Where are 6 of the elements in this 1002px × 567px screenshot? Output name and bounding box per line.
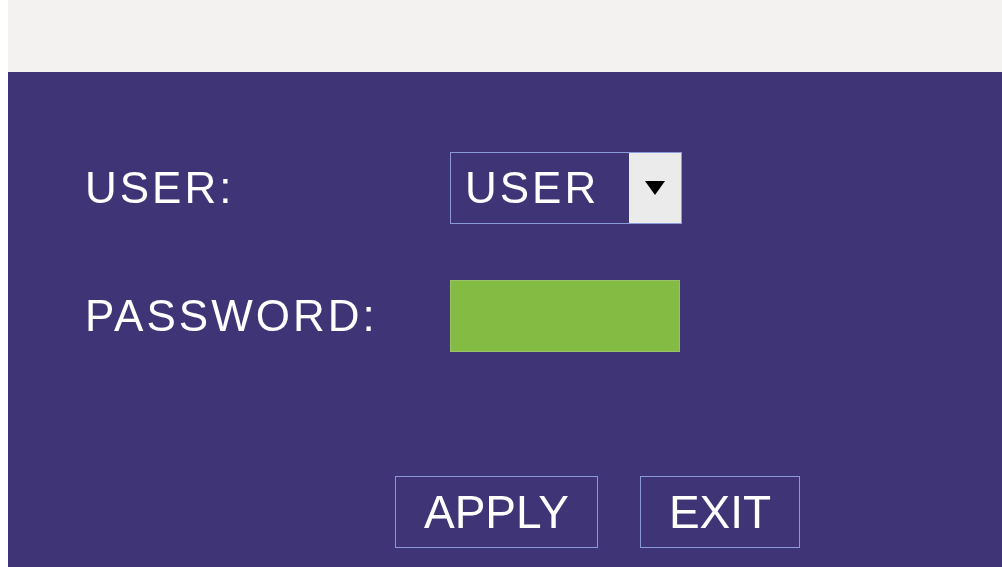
user-dropdown[interactable]: USER <box>450 152 682 224</box>
apply-button[interactable]: APPLY <box>395 476 598 548</box>
field-label: PASSWORD: <box>85 291 379 341</box>
exit-button[interactable]: EXIT <box>639 476 801 548</box>
field-label: USER: <box>85 163 236 213</box>
password-field[interactable] <box>450 280 680 352</box>
